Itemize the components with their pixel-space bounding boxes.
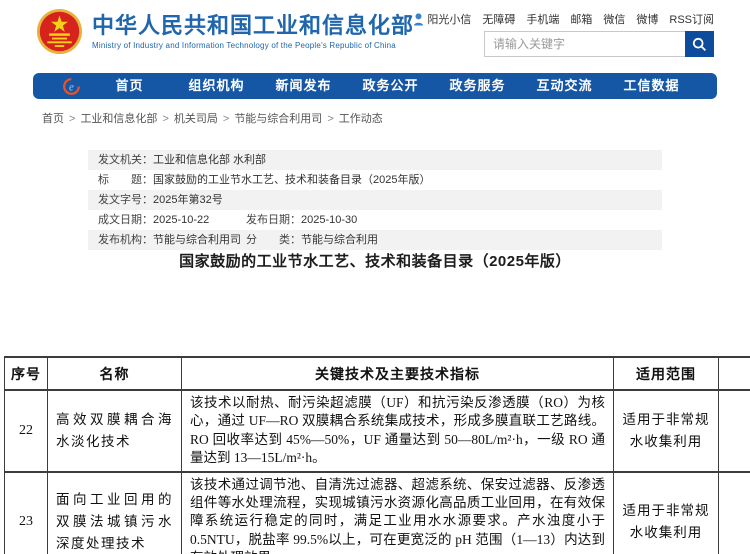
top-link-3[interactable]: 邮箱 <box>570 11 592 27</box>
site-title: 中华人民共和国工业和信息化部 <box>92 13 414 39</box>
meta-pair: 发布机构：节能与综合利用司 <box>98 230 246 250</box>
nav-item-6[interactable]: 工信数据 <box>608 73 695 99</box>
top-link-5[interactable]: 微博 <box>636 11 658 27</box>
top-link-2[interactable]: 手机端 <box>526 11 559 27</box>
column-header-extra <box>719 357 750 390</box>
breadcrumb-item-0[interactable]: 首页 <box>42 113 64 125</box>
cell-number: 23 <box>5 472 48 554</box>
meta-pair: 成文日期：2025-10-22 <box>98 210 246 230</box>
nav-item-1[interactable]: 组织机构 <box>173 73 260 99</box>
main-nav: e 首页组织机构新闻发布政务公开政务服务互动交流工信数据 <box>33 73 717 99</box>
breadcrumb: 首页 > 工业和信息化部 > 机关司局 > 节能与综合利用司 > 工作动态 <box>42 110 383 126</box>
meta-value: 节能与综合利用 <box>301 230 378 250</box>
meta-value: 2025年第32号 <box>153 190 223 210</box>
cell-extra <box>719 472 750 554</box>
meta-pair: 发文机关：工业和信息化部 水利部 <box>98 150 266 170</box>
meta-value: 2025-10-30 <box>301 210 357 230</box>
column-header-2: 关键技术及主要技术指标 <box>182 357 614 390</box>
table-row: 23面向工业回用的双膜法城镇污水深度处理技术该技术通过调节池、自清洗过滤器、超滤… <box>5 472 750 554</box>
top-link-1[interactable]: 无障碍 <box>482 11 515 27</box>
top-link-label: 阳光小信 <box>427 11 471 27</box>
miit-e-logo-icon: e <box>63 78 80 95</box>
page: 中华人民共和国工业和信息化部 Ministry of Industry and … <box>0 0 750 554</box>
cell-number: 22 <box>5 390 48 472</box>
meta-row-2: 发文字号：2025年第32号 <box>88 190 662 210</box>
top-link-label: 手机端 <box>526 11 559 27</box>
site-brand[interactable]: 中华人民共和国工业和信息化部 Ministry of Industry and … <box>36 8 414 55</box>
meta-pair: 发布日期：2025-10-30 <box>246 210 357 230</box>
meta-pair: 发文字号：2025年第32号 <box>98 190 223 210</box>
breadcrumb-item-3[interactable]: 节能与综合利用司 <box>234 113 322 125</box>
doc-meta: 发文机关：工业和信息化部 水利部标 题：国家鼓励的工业节水工艺、技术和装备目录（… <box>88 150 662 250</box>
search-icon <box>692 37 707 52</box>
meta-label: 发布日期： <box>246 210 301 230</box>
top-link-label: 微博 <box>636 11 658 27</box>
breadcrumb-separator: > <box>69 113 75 125</box>
breadcrumb-item-2[interactable]: 机关司局 <box>174 113 218 125</box>
meta-label: 标 题： <box>98 170 153 190</box>
cell-detail: 该技术以耐热、耐污染超滤膜（UF）和抗污染反渗透膜（RO）为核心，通过 UF—R… <box>182 390 614 472</box>
meta-row-1: 标 题：国家鼓励的工业节水工艺、技术和装备目录（2025年版） <box>88 170 662 190</box>
breadcrumb-item-4[interactable]: 工作动态 <box>339 113 383 125</box>
nav-item-0[interactable]: 首页 <box>86 73 173 99</box>
meta-value: 节能与综合利用司 <box>153 230 241 250</box>
meta-pair: 分 类：节能与综合利用 <box>246 230 378 250</box>
breadcrumb-item-1[interactable]: 工业和信息化部 <box>80 113 157 125</box>
top-link-4[interactable]: 微信 <box>603 11 625 27</box>
column-header-0: 序号 <box>5 357 48 390</box>
search-input[interactable] <box>484 31 685 57</box>
meta-label: 发文机关： <box>98 150 153 170</box>
top-link-label: 邮箱 <box>570 11 592 27</box>
document-title: 国家鼓励的工业节水工艺、技术和装备目录（2025年版） <box>0 250 750 271</box>
brand-text: 中华人民共和国工业和信息化部 Ministry of Industry and … <box>92 13 414 50</box>
nav-item-2[interactable]: 新闻发布 <box>260 73 347 99</box>
site-subtitle: Ministry of Industry and Information Tec… <box>92 41 414 50</box>
meta-pair: 标 题：国家鼓励的工业节水工艺、技术和装备目录（2025年版） <box>98 170 430 190</box>
search-bar <box>484 31 714 57</box>
cell-detail: 该技术通过调节池、自清洗过滤器、超滤系统、保安过滤器、反渗透组件等水处理流程，实… <box>182 472 614 554</box>
meta-value: 2025-10-22 <box>153 210 209 230</box>
top-links: 阳光小信无障碍手机端邮箱微信微博 RSS订阅 <box>413 11 714 27</box>
meta-label: 发布机构： <box>98 230 153 250</box>
nav-item-3[interactable]: 政务公开 <box>347 73 434 99</box>
top-link-label: RSS订阅 <box>669 11 714 27</box>
meta-row-3: 成文日期：2025-10-22发布日期：2025-10-30 <box>88 210 662 230</box>
meta-value: 工业和信息化部 水利部 <box>153 150 266 170</box>
search-button[interactable] <box>685 31 714 57</box>
breadcrumb-separator: > <box>327 113 333 125</box>
national-emblem-logo <box>36 8 83 55</box>
meta-label: 分 类： <box>246 230 301 250</box>
top-link-6[interactable]: RSS订阅 <box>669 11 714 27</box>
catalog-table: 序号名称关键技术及主要技术指标适用范围 22高效双膜耦合海水淡化技术该技术以耐热… <box>4 356 750 554</box>
meta-label: 成文日期： <box>98 210 153 230</box>
top-link-label: 无障碍 <box>482 11 515 27</box>
top-link-label: 微信 <box>603 11 625 27</box>
cell-scope: 适用于非常规水收集利用 <box>614 390 719 472</box>
breadcrumb-separator: > <box>162 113 168 125</box>
cell-scope: 适用于非常规水收集利用 <box>614 472 719 554</box>
sunshine-assistant-icon <box>413 13 424 26</box>
nav-item-5[interactable]: 互动交流 <box>521 73 608 99</box>
cell-name: 高效双膜耦合海水淡化技术 <box>48 390 182 472</box>
column-header-3: 适用范围 <box>614 357 719 390</box>
catalog-table-wrap: 序号名称关键技术及主要技术指标适用范围 22高效双膜耦合海水淡化技术该技术以耐热… <box>4 356 750 554</box>
table-header-row: 序号名称关键技术及主要技术指标适用范围 <box>5 357 750 390</box>
meta-row-4: 发布机构：节能与综合利用司分 类：节能与综合利用 <box>88 230 662 250</box>
column-header-1: 名称 <box>48 357 182 390</box>
meta-row-0: 发文机关：工业和信息化部 水利部 <box>88 150 662 170</box>
breadcrumb-separator: > <box>223 113 229 125</box>
cell-extra <box>719 390 750 472</box>
nav-item-4[interactable]: 政务服务 <box>434 73 521 99</box>
meta-label: 发文字号： <box>98 190 153 210</box>
cell-name: 面向工业回用的双膜法城镇污水深度处理技术 <box>48 472 182 554</box>
meta-value: 国家鼓励的工业节水工艺、技术和装备目录（2025年版） <box>153 170 430 190</box>
top-link-0[interactable]: 阳光小信 <box>413 11 471 27</box>
svg-text:e: e <box>69 81 74 93</box>
table-row: 22高效双膜耦合海水淡化技术该技术以耐热、耐污染超滤膜（UF）和抗污染反渗透膜（… <box>5 390 750 472</box>
